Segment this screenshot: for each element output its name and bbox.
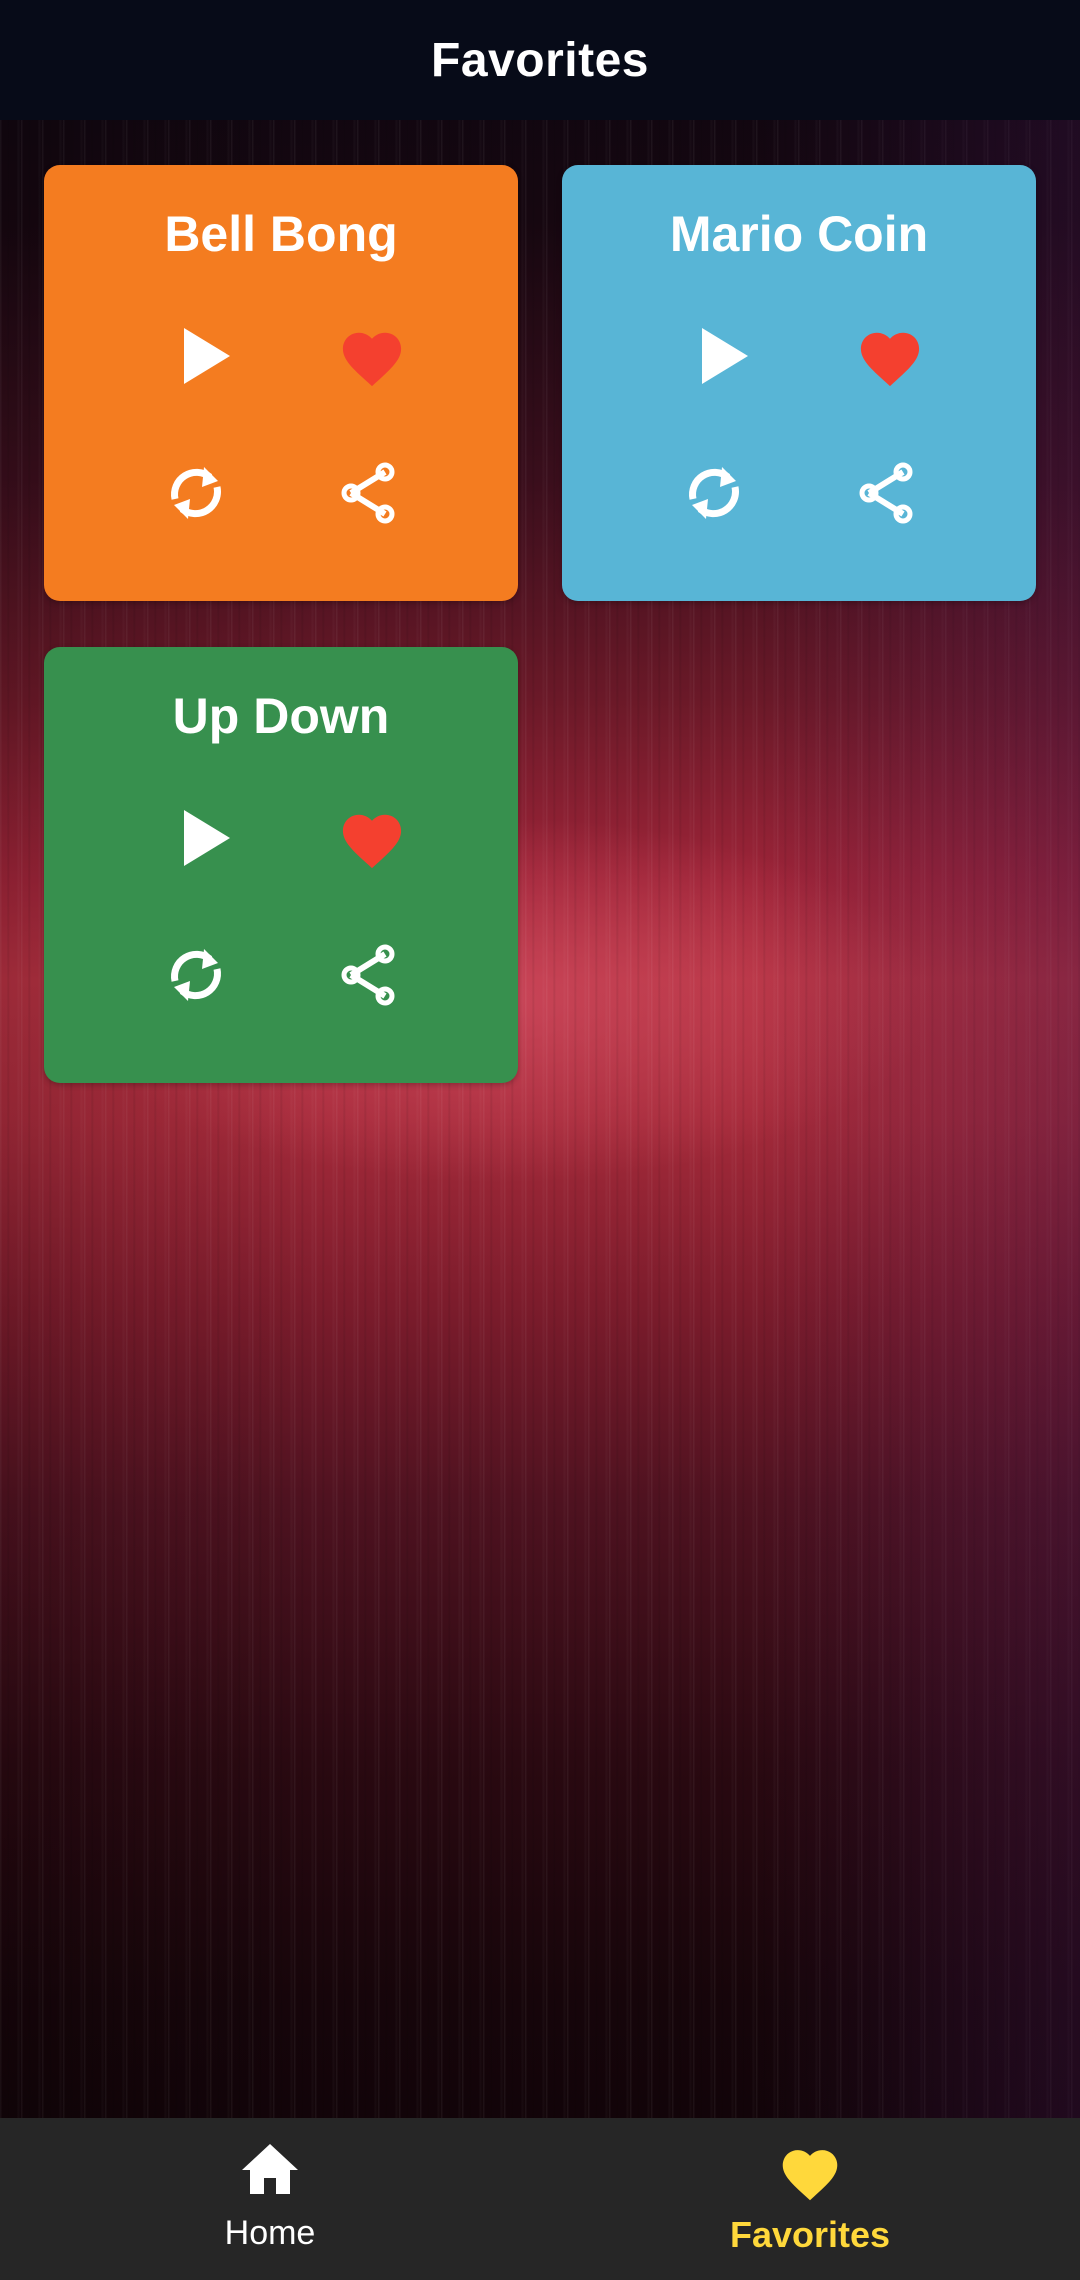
bottom-navigation: Home Favorites (0, 2118, 1080, 2280)
sound-card: Bell Bong (44, 165, 518, 601)
play-icon (184, 810, 230, 866)
play-button[interactable] (162, 314, 246, 398)
heart-icon (342, 332, 402, 387)
sound-title: Bell Bong (164, 206, 398, 262)
play-icon (184, 328, 230, 384)
repeat-icon (689, 467, 739, 519)
favorite-button[interactable] (848, 314, 932, 398)
app-header: Favorites (0, 0, 1080, 120)
nav-label-favorites: Favorites (729, 2214, 891, 2255)
loop-button[interactable] (672, 451, 756, 535)
share-icon (341, 462, 395, 524)
heart-icon (860, 332, 920, 387)
loop-button[interactable] (154, 933, 238, 1017)
sound-card: Up Down (44, 647, 518, 1083)
sound-title: Mario Coin (669, 206, 929, 262)
nav-item-home[interactable]: Home (0, 2118, 540, 2280)
heart-icon (782, 2150, 838, 2201)
share-button[interactable] (844, 451, 928, 535)
repeat-icon (171, 467, 221, 519)
share-button[interactable] (326, 933, 410, 1017)
favorite-button[interactable] (330, 314, 414, 398)
share-icon (341, 944, 395, 1006)
heart-icon (342, 814, 402, 869)
play-icon (702, 328, 748, 384)
nav-label-home: Home (224, 2214, 316, 2252)
favorite-button[interactable] (330, 796, 414, 880)
loop-button[interactable] (154, 451, 238, 535)
home-icon (242, 2144, 298, 2194)
play-button[interactable] (680, 314, 764, 398)
play-button[interactable] (162, 796, 246, 880)
share-icon (859, 462, 913, 524)
share-button[interactable] (326, 451, 410, 535)
repeat-icon (171, 949, 221, 1001)
page-title: Favorites (431, 33, 649, 87)
nav-item-favorites[interactable]: Favorites (540, 2118, 1080, 2280)
sound-card: Mario Coin (562, 165, 1036, 601)
sound-title: Up Down (172, 688, 390, 744)
